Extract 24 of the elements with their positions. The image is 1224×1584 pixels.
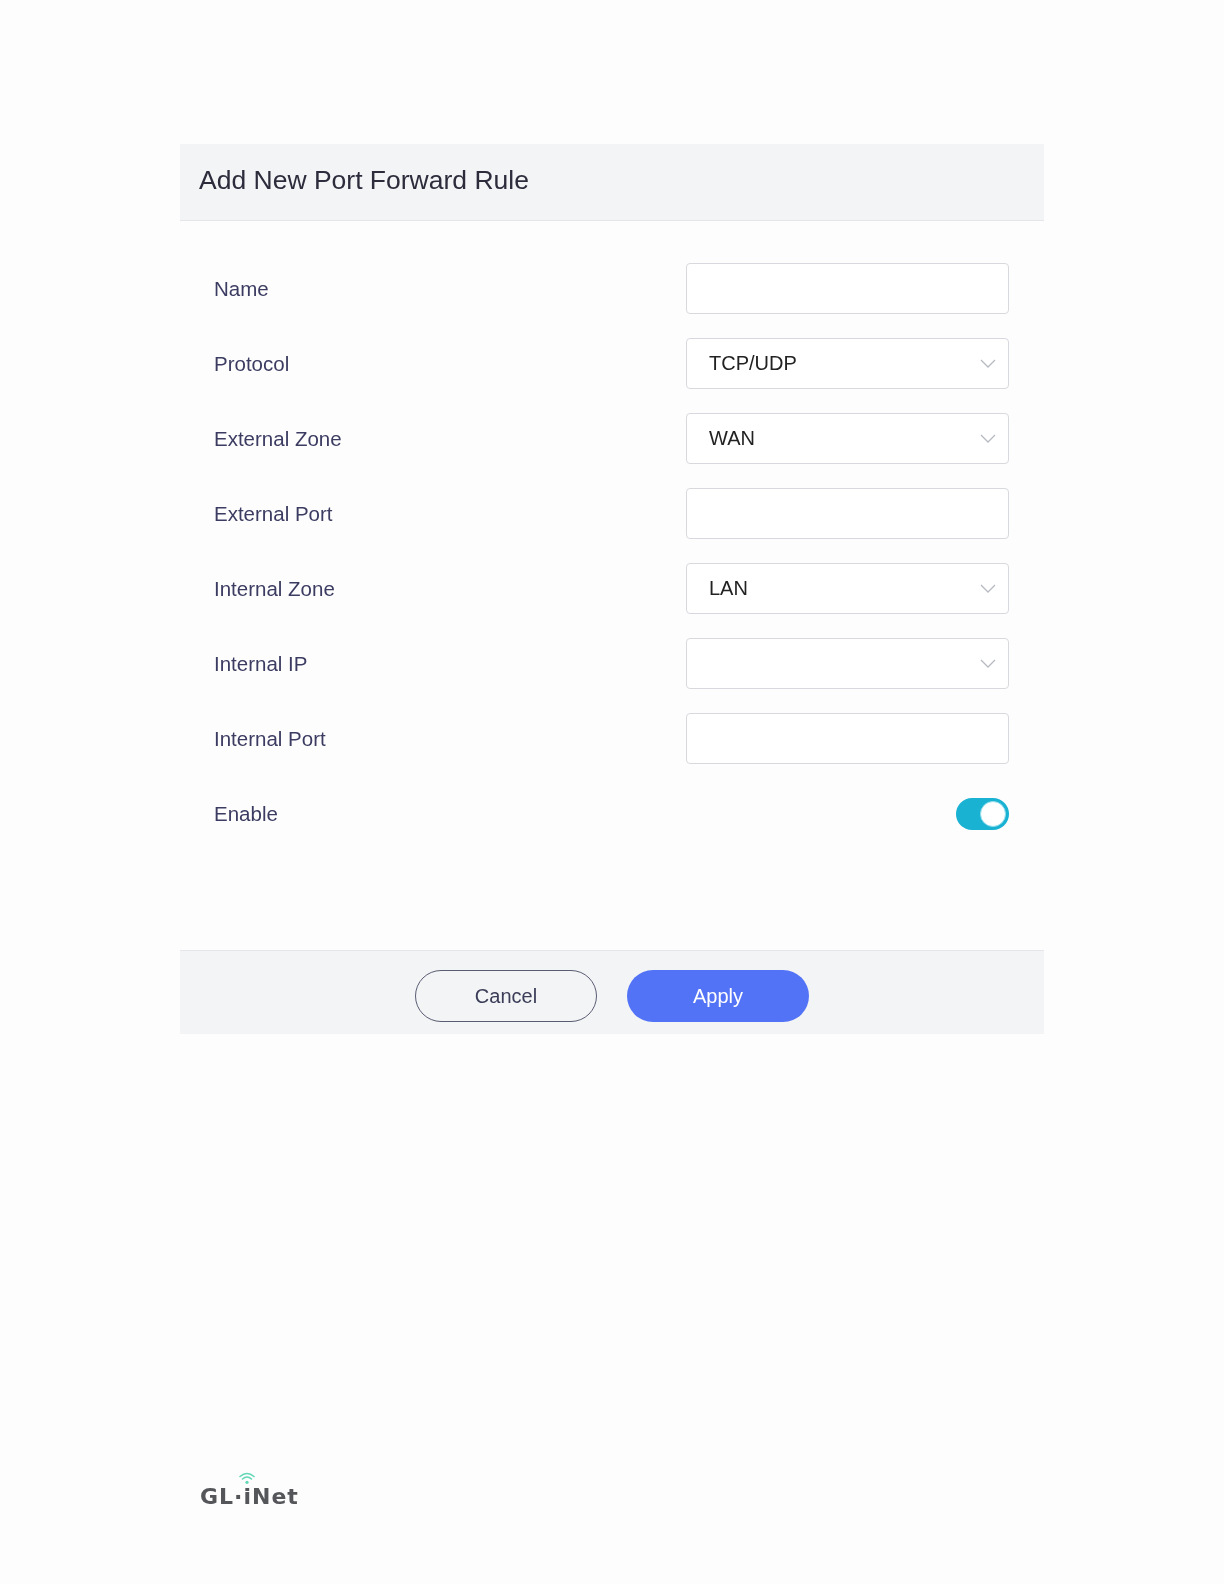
chevron-down-icon	[980, 659, 996, 668]
input-field[interactable]	[686, 488, 1009, 539]
field-label: Internal Zone	[214, 576, 335, 601]
field-label: Internal Port	[214, 726, 326, 751]
wifi-icon	[239, 1472, 255, 1484]
dropdown[interactable]: WAN	[686, 413, 1009, 464]
field-label: Protocol	[214, 351, 290, 376]
field-label: External Port	[214, 501, 333, 526]
dialog-title: Add New Port Forward Rule	[199, 164, 529, 196]
apply-button[interactable]: Apply	[627, 970, 809, 1022]
logo-text: GL·iNet	[200, 1485, 299, 1509]
input-field[interactable]	[686, 263, 1009, 314]
chevron-down-icon	[980, 359, 996, 368]
field-label: Name	[214, 276, 269, 301]
dropdown[interactable]	[686, 638, 1009, 689]
field-label: Enable	[214, 801, 278, 826]
field-label: External Zone	[214, 426, 342, 451]
dropdown[interactable]: TCP/UDP	[686, 338, 1009, 389]
chevron-down-icon	[980, 434, 996, 443]
field-label: Internal IP	[214, 651, 308, 676]
chevron-down-icon	[980, 584, 996, 593]
dropdown[interactable]: LAN	[686, 563, 1009, 614]
input-field[interactable]	[686, 713, 1009, 764]
toggle-switch[interactable]	[956, 797, 1009, 830]
